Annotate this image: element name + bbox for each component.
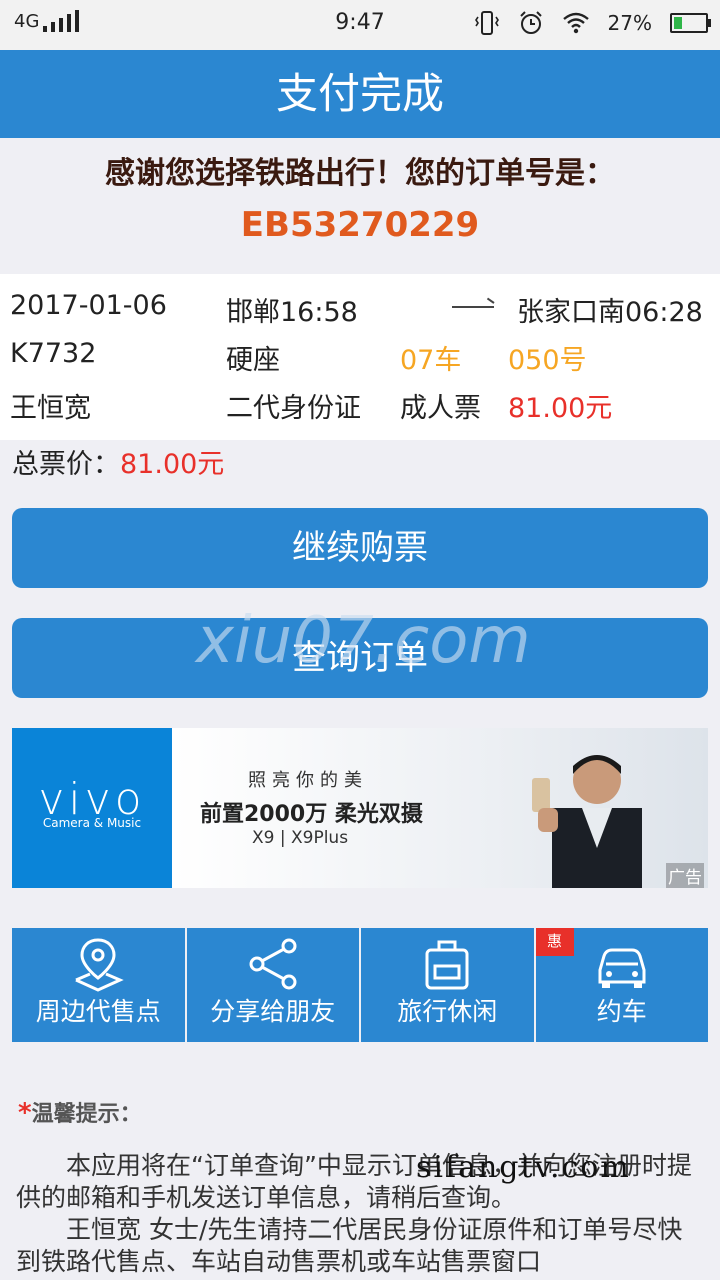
ad-models: X9 | X9Plus [252, 828, 349, 848]
ticket-type: 成人票 [400, 393, 481, 424]
wifi-icon [562, 12, 589, 34]
required-star-icon: * [18, 1098, 32, 1128]
continue-booking-button[interactable]: 继续购票 [12, 508, 708, 588]
tips-title-text: 温馨提示： [31, 1102, 142, 1127]
luggage-icon [425, 940, 469, 990]
ad-brand-block: vivo Camera & Music [12, 728, 172, 888]
model-person-image [532, 755, 642, 888]
thanks-message: 感谢您选择铁路出行！您的订单号是： [105, 156, 615, 191]
ad-feature: 前置2000万 柔光双摄 [200, 802, 423, 827]
ad-headline: 照亮你的美 [248, 770, 368, 791]
train-number: K7732 [10, 338, 97, 369]
ad-label: 广告 [666, 863, 704, 888]
arrow-right-icon [452, 306, 494, 308]
ticket-price: 81.00元 [508, 393, 613, 424]
passenger-name: 王恒宽 [10, 393, 91, 424]
vibrate-icon [474, 11, 499, 35]
departure-station: 邯郸16:58 [226, 297, 358, 328]
battery-level [674, 17, 682, 29]
tile-nearby-agents[interactable]: 周边代售点 [12, 928, 185, 1042]
travel-date: 2017-01-06 [10, 290, 167, 321]
total-label: 总票价： [12, 449, 120, 480]
id-type: 二代身份证 [226, 393, 361, 424]
watermark: xiu07.com [196, 604, 531, 678]
page-title: 支付完成 [0, 50, 720, 138]
tile-label: 周边代售点 [35, 997, 161, 1026]
tile-share[interactable]: 分享给朋友 [186, 928, 359, 1042]
share-icon [249, 938, 297, 990]
status-bar: 4G 9:47 27% [0, 0, 720, 50]
car-number: 07车 [400, 345, 462, 376]
total-value: 81.00元 [120, 449, 225, 480]
watermark: sifangtv.com [416, 1150, 631, 1185]
arrival-station: 张家口南06:28 [517, 297, 703, 328]
tip-paragraph: 王恒宽 女士/先生请持二代居民身份证原件和订单号尽快到铁路代售点、车站自动售票机… [16, 1215, 683, 1276]
tile-label: 约车 [596, 997, 647, 1026]
brand-tagline: Camera & Music [42, 816, 142, 830]
discount-badge: 惠 [535, 928, 574, 956]
tips-title: *温馨提示： [18, 1096, 142, 1128]
alarm-icon [519, 11, 542, 34]
service-tiles: 周边代售点 分享给朋友 旅行休闲 惠 约车 [12, 928, 708, 1042]
battery-icon [670, 13, 711, 33]
total-price: 总票价：81.00元 [12, 442, 224, 481]
order-number: EB53270229 [240, 205, 480, 245]
tile-label: 旅行休闲 [397, 997, 498, 1026]
car-icon [598, 948, 646, 988]
tile-travel-leisure[interactable]: 旅行休闲 [361, 928, 534, 1042]
location-pin-icon [75, 938, 124, 992]
tile-label: 分享给朋友 [210, 997, 336, 1026]
battery-percent: 27% [607, 11, 652, 35]
ad-banner[interactable]: vivo Camera & Music 照亮你的美 前置2000万 柔光双摄 X… [12, 728, 708, 888]
seat-type: 硬座 [226, 345, 280, 376]
tile-ride-hailing[interactable]: 惠 约车 [535, 928, 708, 1042]
status-icons: 27% [474, 10, 711, 36]
ticket-card: 2017-01-06 邯郸16:58 张家口南06:28 K7732 硬座 07… [0, 274, 720, 440]
seat-number: 050号 [508, 345, 587, 376]
